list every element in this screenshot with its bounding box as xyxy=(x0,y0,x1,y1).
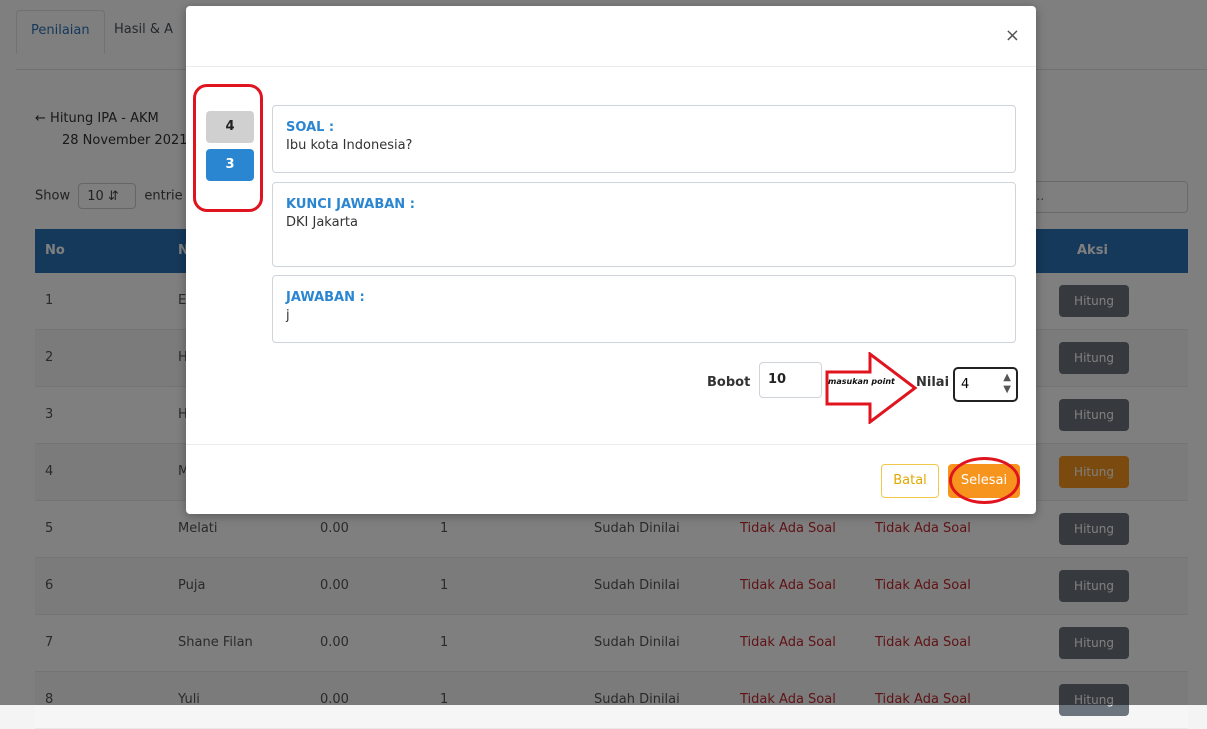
modal-footer: Batal Selesai xyxy=(186,444,1036,515)
arrow-note: masukan point xyxy=(828,377,895,386)
modal-header: × xyxy=(186,6,1036,67)
kunci-label: KUNCI JAWABAN : xyxy=(286,197,415,212)
question-nav-highlight xyxy=(193,84,263,212)
nilai-value: 4 xyxy=(961,377,970,392)
kunci-card: KUNCI JAWABAN : DKI Jakarta xyxy=(272,182,1016,267)
nilai-field[interactable]: 4 ▲ ▼ xyxy=(953,367,1018,402)
batal-button[interactable]: Batal xyxy=(881,464,939,498)
close-icon[interactable]: × xyxy=(1005,26,1020,46)
selesai-highlight xyxy=(949,457,1020,504)
jawaban-card: JAWABAN : j xyxy=(272,275,1016,343)
jawaban-label: JAWABAN : xyxy=(286,290,365,305)
bobot-field[interactable]: 10 xyxy=(759,362,822,398)
soal-card: SOAL : Ibu kota Indonesia? xyxy=(272,105,1016,173)
soal-text: Ibu kota Indonesia? xyxy=(286,138,413,153)
soal-label: SOAL : xyxy=(286,120,335,135)
nilai-label: Nilai xyxy=(916,375,950,390)
kunci-text: DKI Jakarta xyxy=(286,215,358,230)
arrow-annotation-icon xyxy=(825,352,917,424)
bobot-label: Bobot xyxy=(707,375,751,390)
spinner-icon[interactable]: ▲ ▼ xyxy=(1003,372,1011,396)
grading-modal: × 4 3 SOAL : Ibu kota Indonesia? KUNCI J… xyxy=(186,6,1036,514)
jawaban-text: j xyxy=(286,308,290,323)
